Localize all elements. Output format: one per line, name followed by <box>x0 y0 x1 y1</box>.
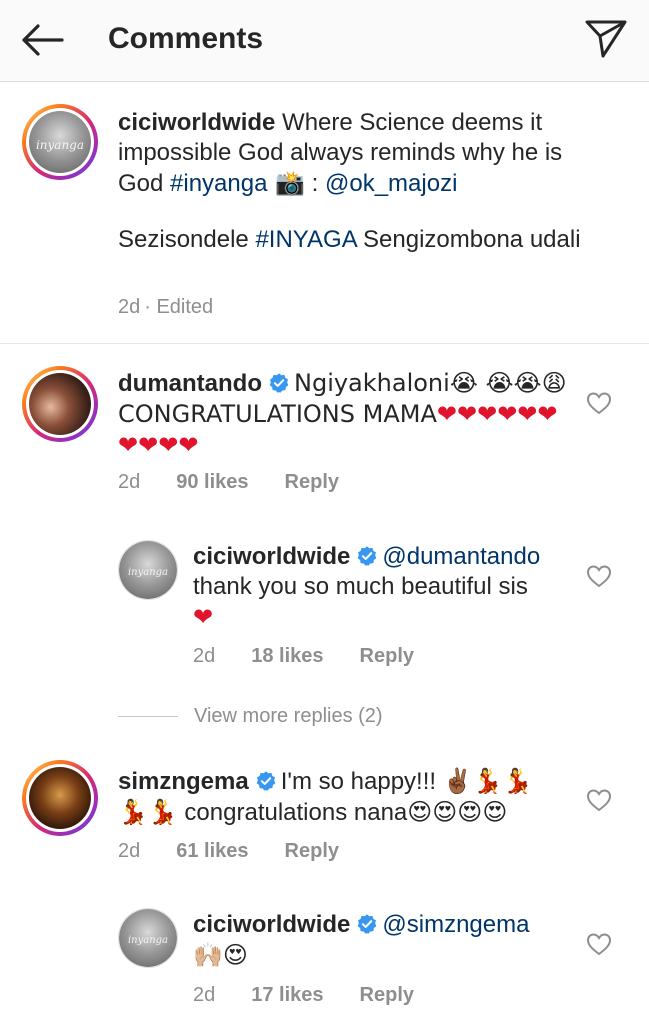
avatar[interactable]: inyanga <box>118 908 178 968</box>
comment-meta: 2d 18 likes Reply <box>193 645 450 668</box>
likes-count[interactable]: 17 likes <box>251 984 323 1006</box>
heart-outline-icon[interactable] <box>586 391 612 415</box>
edited-label: · Edited <box>144 296 214 318</box>
back-arrow-icon <box>22 24 64 56</box>
verified-badge-icon <box>358 546 377 566</box>
comment-username[interactable]: dumantando <box>118 370 262 397</box>
avatar[interactable] <box>22 366 98 442</box>
page-title: Comments <box>108 22 264 55</box>
avatar[interactable]: inyanga <box>118 540 178 600</box>
comment-meta: 2d 17 likes Reply <box>193 984 450 1007</box>
verified-badge-icon <box>256 771 276 791</box>
heart-outline-icon[interactable] <box>586 932 612 956</box>
likes-count[interactable]: 18 likes <box>251 645 323 667</box>
caption-username[interactable]: ciciworldwide <box>118 109 275 136</box>
heart-emojis: ❤ <box>193 603 214 631</box>
avatar-watermark: inyanga <box>35 138 85 153</box>
avatar-watermark: inyanga <box>127 566 169 578</box>
heart-outline-icon[interactable] <box>586 564 612 588</box>
timestamp: 2d <box>118 471 141 493</box>
mention-link[interactable]: @simzngema <box>382 911 529 938</box>
hashtag-link-2[interactable]: #INYAGA <box>255 226 356 253</box>
reply-button[interactable]: Reply <box>360 984 414 1006</box>
reply-text: ciciworldwide @dumantando thank you so mu… <box>193 542 568 633</box>
reply-button[interactable]: Reply <box>285 840 339 862</box>
likes-count[interactable]: 61 likes <box>176 840 248 862</box>
view-more-label: View more replies (2) <box>194 705 383 727</box>
comment-meta: 2d 90 likes Reply <box>118 471 375 494</box>
comment-username[interactable]: ciciworldwide <box>193 543 350 570</box>
avatar[interactable] <box>22 760 98 836</box>
top-bar: Comments <box>0 0 649 82</box>
emoji-group-3: 😍😍😍😍 <box>407 798 508 826</box>
timestamp: 2d <box>193 645 216 667</box>
comment-meta: 2d 61 likes Reply <box>118 840 375 863</box>
comment-body: thank you so much beautiful sis <box>193 573 528 600</box>
comment-body: I'm so happy!!! <box>280 768 443 795</box>
post-caption: inyanga ciciworldwide Where Science deem… <box>0 82 649 344</box>
view-more-replies[interactable]: View more replies (2) <box>118 705 383 729</box>
timestamp: 2d <box>118 296 141 318</box>
mention-link[interactable]: @dumantando <box>382 543 540 570</box>
caption-text-line2: Sezisondele #INYAGA Sengizombona udali <box>118 225 608 255</box>
send-icon <box>585 20 627 58</box>
avatar[interactable]: inyanga <box>22 104 98 180</box>
caption-meta: 2d · Edited <box>118 296 249 319</box>
timestamp: 2d <box>193 984 216 1006</box>
heart-outline-icon[interactable] <box>586 788 612 812</box>
verified-badge-icon <box>269 373 289 393</box>
comment-body-2: congratulations nana <box>177 799 408 826</box>
camera-emoji: 📸 <box>267 169 305 197</box>
avatar-watermark: inyanga <box>127 934 169 946</box>
verified-badge-icon <box>358 914 377 934</box>
share-button[interactable] <box>583 16 629 62</box>
reply-button[interactable]: Reply <box>360 645 414 667</box>
emoji-group-2: 💃💃 <box>118 798 178 826</box>
reply-text: ciciworldwide @simzngema 🙌🏼😍 <box>193 910 568 971</box>
reply-button[interactable]: Reply <box>285 471 339 493</box>
caption-separator: : <box>304 170 325 197</box>
emoji-group: ✌🏾💃💃 <box>442 767 533 795</box>
comment-text: dumantando Ngiyakhaloni😭 😭😭😩 CONGRATULATI… <box>118 368 568 461</box>
mention-link[interactable]: @ok_majozi <box>325 170 457 197</box>
caption-body-2: Sezisondele <box>118 226 256 253</box>
likes-count[interactable]: 90 likes <box>176 471 248 493</box>
back-button[interactable] <box>18 20 66 60</box>
timestamp: 2d <box>118 840 141 862</box>
hashtag-link[interactable]: #inyanga <box>170 170 267 197</box>
comment-username[interactable]: ciciworldwide <box>193 911 350 938</box>
caption-body-3: Sengizombona udali <box>356 226 581 253</box>
emoji-group: 🙌🏼😍 <box>193 941 248 969</box>
comment-text: simzngema I'm so happy!!! ✌🏾💃💃 💃💃 congrat… <box>118 766 568 828</box>
divider <box>118 716 178 718</box>
comment-username[interactable]: simzngema <box>118 768 249 795</box>
caption-text: ciciworldwide Where Science deems it imp… <box>118 108 608 199</box>
